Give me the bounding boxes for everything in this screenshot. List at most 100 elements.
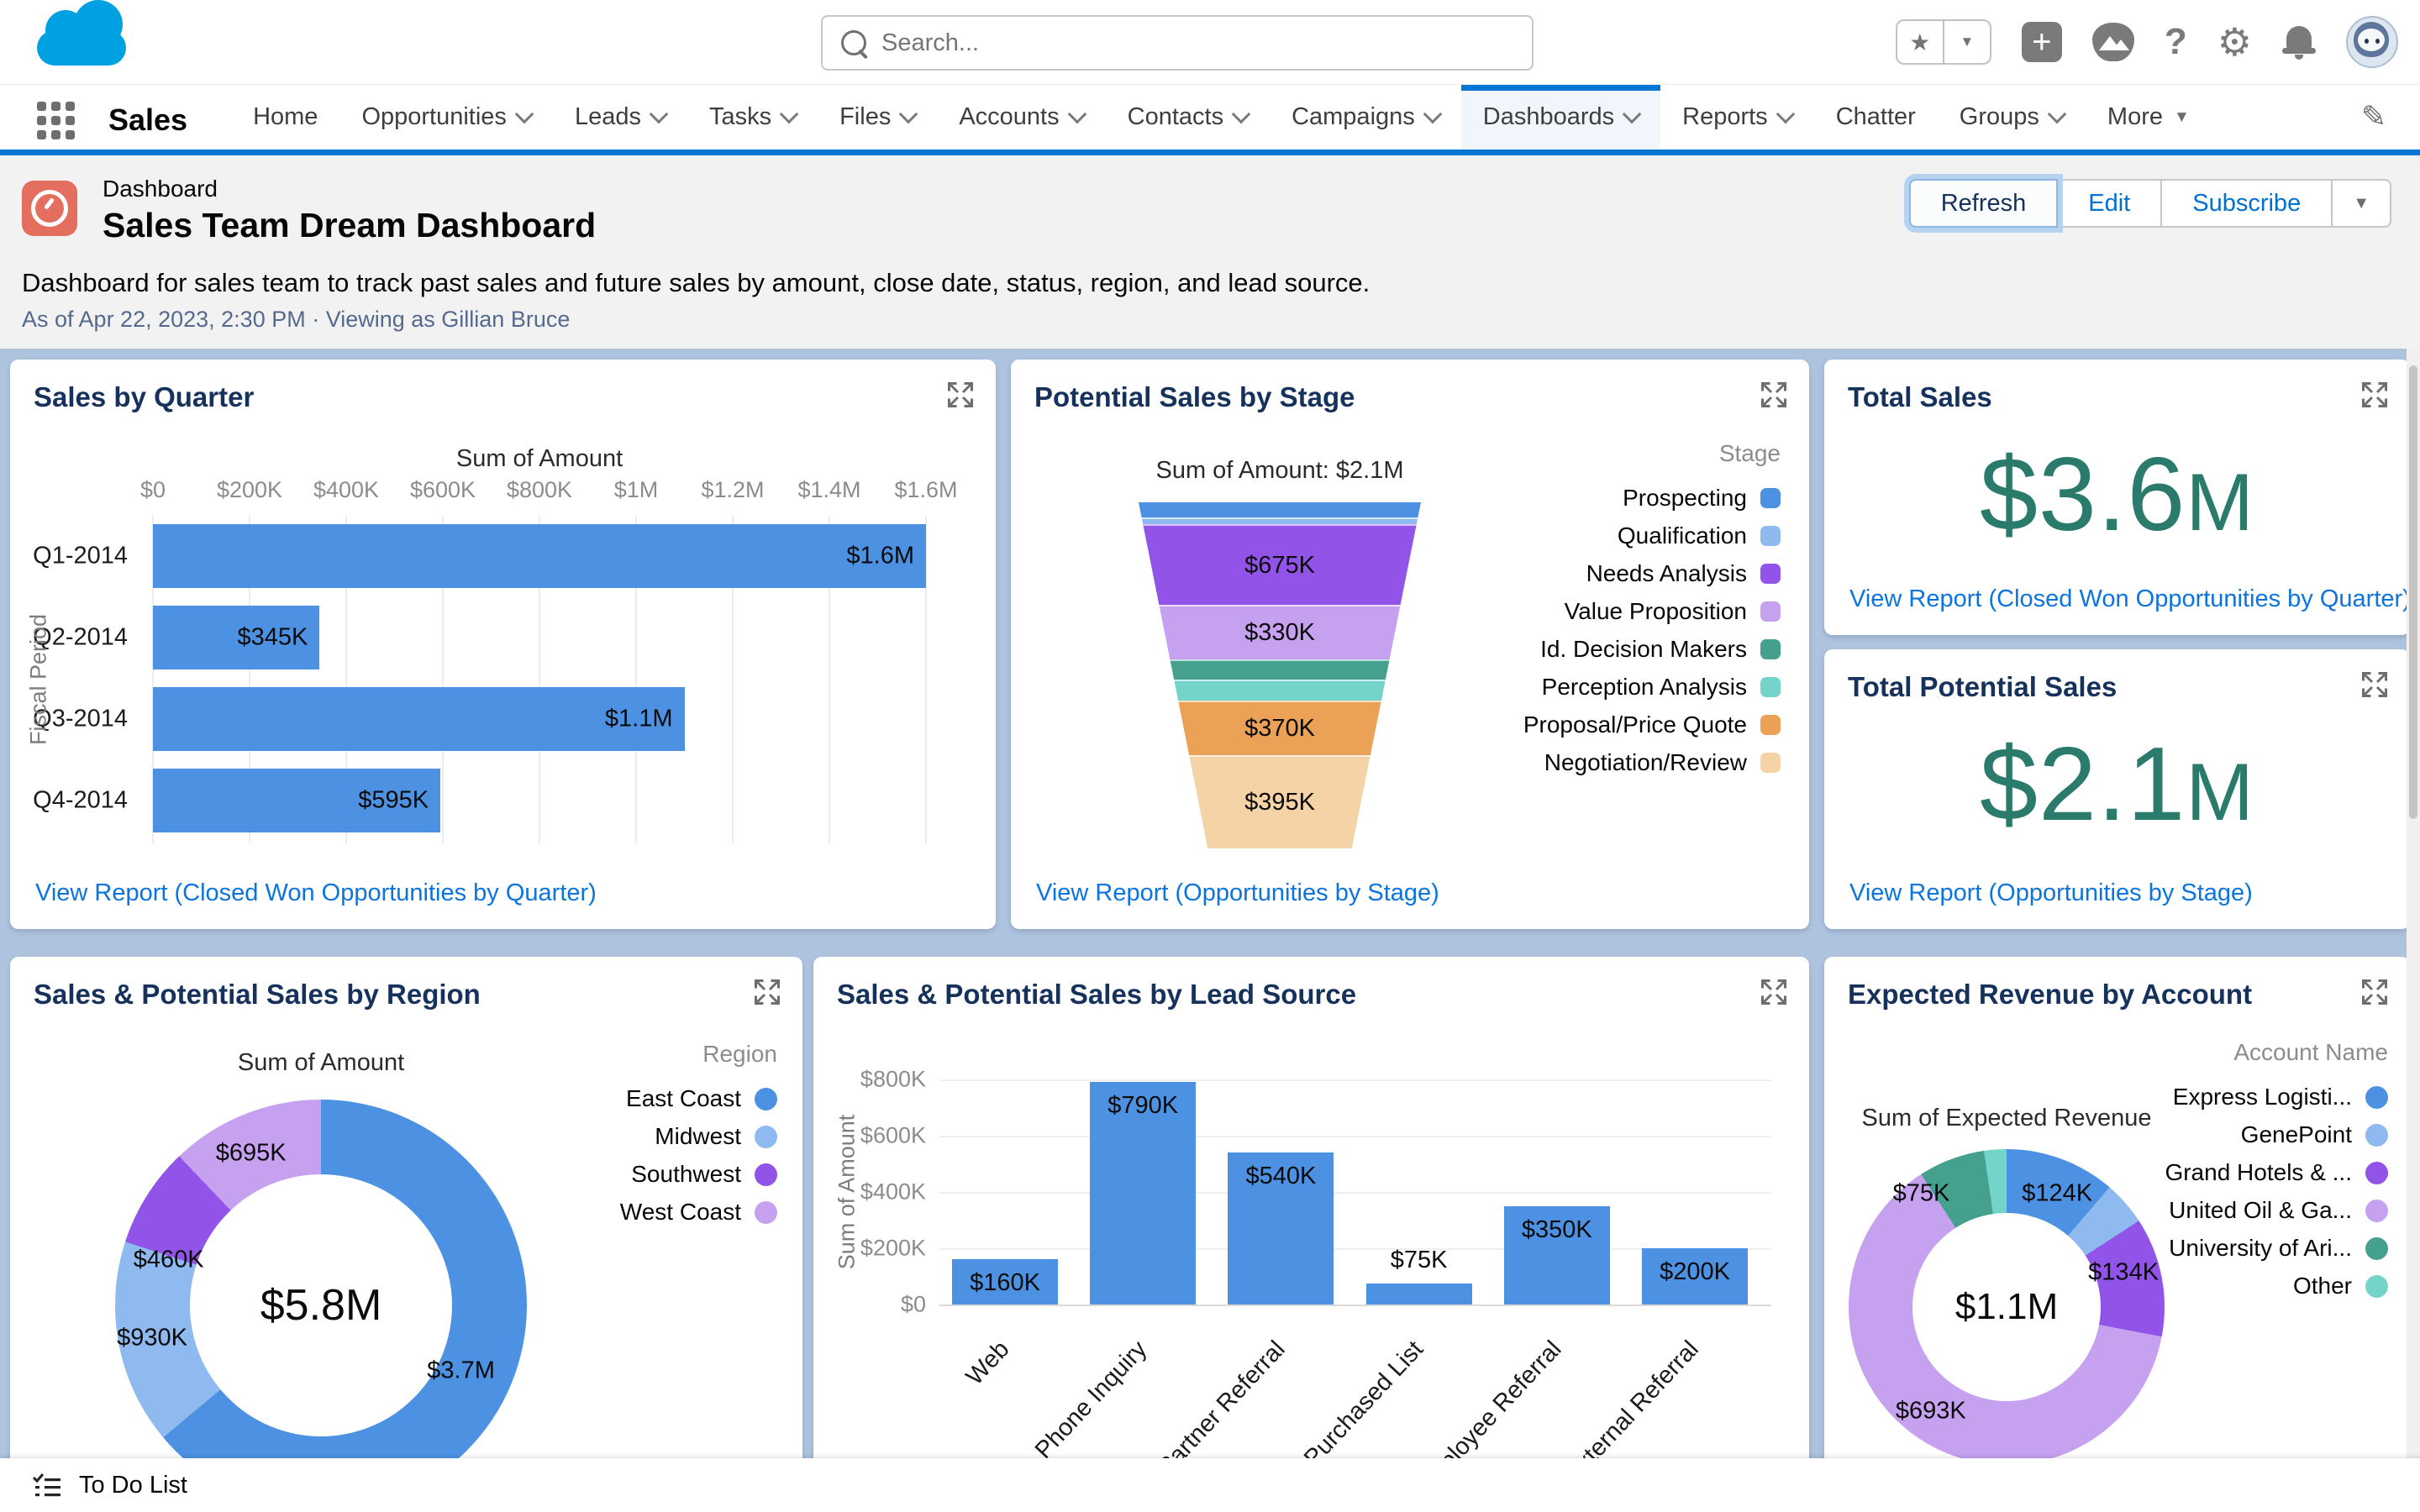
help-icon[interactable]: ? bbox=[2165, 21, 2187, 63]
legend-item-needs-analysis: Needs Analysis bbox=[1586, 560, 1781, 587]
slice-label-west-coast: $695K bbox=[215, 1139, 287, 1167]
tab-leads[interactable]: Leads bbox=[553, 85, 687, 150]
chevron-down-icon bbox=[1776, 104, 1796, 124]
expand-icon[interactable] bbox=[1759, 977, 1789, 1007]
tab-opportunities[interactable]: Opportunities bbox=[339, 85, 553, 150]
legend-item-united-oil-ga: United Oil & Ga... bbox=[2169, 1197, 2388, 1224]
legend-label: Express Logisti... bbox=[2172, 1084, 2352, 1110]
bar-value-label: $160K bbox=[970, 1269, 1040, 1297]
view-report-link[interactable]: View Report (Closed Won Opportunities by… bbox=[1849, 585, 2410, 613]
tab-more[interactable]: More ▼ bbox=[2086, 85, 2212, 150]
search-input[interactable] bbox=[880, 28, 1513, 58]
axis-tick: $0 bbox=[139, 477, 166, 502]
slice-label-united-oil-ga: $693K bbox=[1895, 1397, 1966, 1425]
view-report-link[interactable]: View Report (Opportunities by Stage) bbox=[1036, 879, 1439, 907]
legend-swatch bbox=[2365, 1274, 2388, 1298]
legend-label: Grand Hotels & ... bbox=[2165, 1159, 2352, 1185]
tab-contacts[interactable]: Contacts bbox=[1106, 85, 1270, 150]
chevron-down-icon bbox=[1622, 104, 1642, 124]
tab-label: More bbox=[2107, 103, 2163, 130]
tab-accounts[interactable]: Accounts bbox=[937, 85, 1105, 150]
funnel-segment-needs-analysis: $675K bbox=[1139, 524, 1421, 605]
todo-list-bar[interactable]: To Do List bbox=[0, 1458, 2420, 1512]
segment-value-label: $395K bbox=[1244, 788, 1315, 816]
favorites-dropdown-icon[interactable]: ▼ bbox=[1942, 21, 1990, 63]
scrollbar-thumb[interactable] bbox=[2409, 365, 2417, 819]
expand-icon[interactable] bbox=[2360, 669, 2390, 700]
category-label: Q1-2014 bbox=[33, 542, 128, 570]
expand-icon[interactable] bbox=[2360, 977, 2390, 1007]
axis-tick: $400K bbox=[313, 477, 380, 502]
expand-icon[interactable] bbox=[2360, 380, 2390, 410]
legend-swatch bbox=[1760, 753, 1781, 773]
search-icon bbox=[841, 30, 866, 55]
bar-plot: $1.6M $345K $1.1M $595K bbox=[152, 516, 927, 843]
global-add-icon[interactable]: + bbox=[2021, 22, 2062, 62]
funnel-segment-negotiation-review: $395K bbox=[1139, 754, 1421, 848]
notifications-bell-icon[interactable] bbox=[2282, 24, 2316, 60]
funnel-segment-prospecting bbox=[1139, 502, 1421, 517]
legend-swatch bbox=[2365, 1199, 2388, 1222]
legend-item-genepoint: GenePoint bbox=[2241, 1121, 2388, 1148]
favorites-button[interactable]: ★ ▼ bbox=[1895, 19, 1991, 65]
global-search[interactable] bbox=[821, 15, 1534, 71]
tab-files[interactable]: Files bbox=[818, 85, 937, 150]
page-scrollbar[interactable] bbox=[2407, 349, 2420, 1512]
legend-label: Needs Analysis bbox=[1586, 560, 1747, 586]
edit-nav-pencil-icon[interactable]: ✎ bbox=[2361, 99, 2386, 134]
expand-icon[interactable] bbox=[752, 977, 782, 1007]
axis-tick: $1.2M bbox=[701, 477, 765, 502]
refresh-button[interactable]: Refresh bbox=[1908, 179, 2059, 228]
dashboard-actions: Refresh Edit Subscribe ▼ bbox=[1908, 179, 2391, 228]
user-avatar[interactable] bbox=[2346, 16, 2398, 68]
tab-tasks[interactable]: Tasks bbox=[687, 85, 818, 150]
view-report-link[interactable]: View Report (Opportunities by Stage) bbox=[1849, 879, 2253, 907]
chart-title: Sum of Expected Revenue bbox=[1861, 1105, 2152, 1131]
trailhead-icon[interactable] bbox=[2091, 23, 2134, 61]
region-legend: Region East Coast Midwest Southwest West Co… bbox=[620, 1041, 777, 1226]
card-expected-revenue-by-account: Expected Revenue by Account Sum of Expec… bbox=[1824, 957, 2410, 1511]
legend-item-university-of-ari: University of Ari... bbox=[2169, 1235, 2388, 1262]
tab-reports[interactable]: Reports bbox=[1660, 85, 1814, 150]
card-potential-sales-by-stage: Potential Sales by Stage Sum of Amount: … bbox=[1011, 360, 1809, 929]
card-title: Expected Revenue by Account bbox=[1848, 979, 2253, 1010]
chevron-down-icon bbox=[514, 104, 534, 124]
bar-q3-2014: $1.1M bbox=[153, 687, 685, 751]
subscribe-button[interactable]: Subscribe bbox=[2160, 179, 2333, 228]
setup-gear-icon[interactable]: ⚙ bbox=[2217, 23, 2252, 61]
star-icon[interactable]: ★ bbox=[1897, 21, 1943, 63]
legend-title: Stage bbox=[1718, 440, 1781, 466]
funnel-segment-perception-analysis bbox=[1139, 679, 1421, 701]
bar-value-label: $595K bbox=[358, 786, 429, 814]
legend-swatch bbox=[2365, 1085, 2388, 1109]
tab-groups[interactable]: Groups bbox=[1938, 85, 2086, 150]
chart-title: Sum of Amount bbox=[237, 1049, 405, 1076]
legend-label: Other bbox=[2292, 1273, 2352, 1299]
metric-value: $2.1M bbox=[1980, 727, 2254, 843]
axis-tick: $200K bbox=[216, 477, 283, 502]
more-actions-dropdown-icon[interactable]: ▼ bbox=[2331, 179, 2391, 228]
legend-swatch bbox=[755, 1163, 777, 1186]
donut-center: $1.1M bbox=[1912, 1213, 2101, 1401]
view-report-link[interactable]: View Report (Closed Won Opportunities by… bbox=[35, 879, 597, 907]
app-launcher-icon[interactable] bbox=[37, 101, 75, 139]
legend-label: Value Proposition bbox=[1564, 598, 1747, 624]
tab-dashboards[interactable]: Dashboards bbox=[1460, 85, 1661, 150]
tab-chatter[interactable]: Chatter bbox=[1814, 85, 1938, 150]
tab-campaigns[interactable]: Campaigns bbox=[1270, 85, 1461, 150]
category-label: Q4-2014 bbox=[33, 786, 128, 814]
edit-button[interactable]: Edit bbox=[2056, 179, 2163, 228]
legend-item-negotiation-review: Negotiation/Review bbox=[1544, 749, 1781, 776]
chevron-down-icon bbox=[2047, 104, 2067, 124]
salesforce-logo bbox=[37, 0, 131, 72]
axis-tick: $400K bbox=[860, 1179, 926, 1205]
dashboard-header: Dashboard Sales Team Dream Dashboard Das… bbox=[0, 155, 2420, 349]
legend-swatch bbox=[1760, 601, 1781, 622]
legend-item-perception-analysis: Perception Analysis bbox=[1542, 674, 1781, 701]
tab-home[interactable]: Home bbox=[231, 85, 339, 150]
slice-label-midwest: $930K bbox=[117, 1324, 188, 1352]
expand-icon[interactable] bbox=[945, 380, 976, 410]
expand-icon[interactable] bbox=[1759, 380, 1789, 410]
legend-swatch bbox=[1760, 639, 1781, 659]
legend-swatch bbox=[1760, 488, 1781, 508]
